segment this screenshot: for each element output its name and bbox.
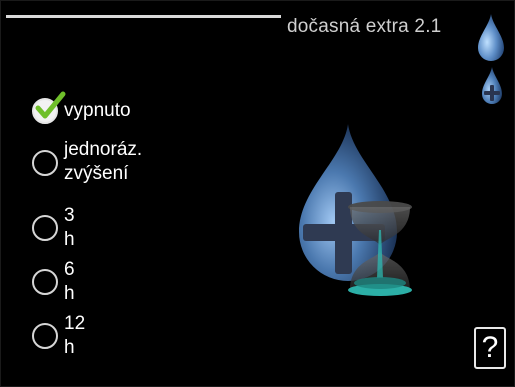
radio-button[interactable] — [32, 150, 58, 176]
radio-button[interactable] — [32, 323, 58, 349]
option-vypnuto[interactable]: vypnuto — [32, 91, 131, 124]
page-title: dočasná extra 2.1 — [287, 16, 442, 37]
option-label: 6 h — [64, 259, 75, 304]
option-label: 3 h — [64, 205, 75, 250]
option-3h[interactable]: 3 h — [32, 204, 75, 252]
option-label-line-2: zvýšení — [64, 163, 129, 184]
radio-button[interactable] — [32, 215, 58, 241]
radio-button[interactable] — [32, 91, 66, 124]
option-label: vypnuto — [64, 100, 131, 121]
water-drop-icon[interactable] — [476, 12, 506, 64]
option-label: 12 h — [64, 313, 86, 358]
header-divider — [6, 15, 281, 18]
option-label: jednoráz. zvýšení — [64, 138, 142, 186]
hot-water-timer-illustration — [299, 124, 412, 296]
option-label-line-1: jednoráz. — [64, 139, 143, 160]
option-6h[interactable]: 6 h — [32, 258, 75, 306]
option-jednoraz-zvyseni[interactable]: jednoráz. zvýšení — [32, 138, 142, 186]
help-button[interactable]: ? — [474, 327, 506, 369]
help-icon: ? — [481, 331, 499, 364]
radio-button[interactable] — [32, 269, 58, 295]
checkmark-icon — [35, 91, 66, 119]
option-12h[interactable]: 12 h — [32, 312, 85, 360]
water-drop-plus-icon[interactable] — [480, 65, 504, 108]
